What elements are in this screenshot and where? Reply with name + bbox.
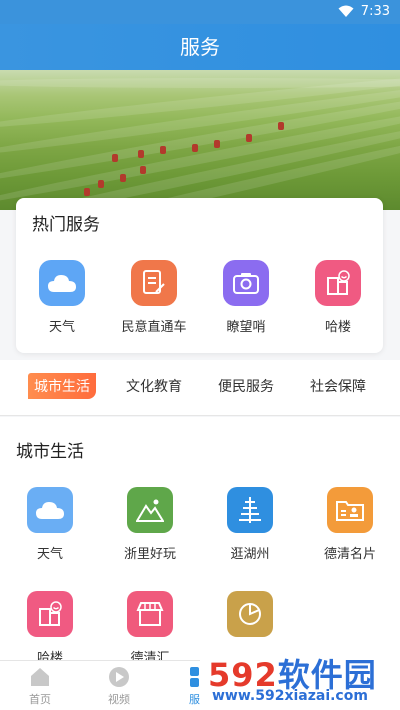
- grid-item-label: 德清名片: [323, 547, 376, 562]
- status-time: 7:33: [360, 4, 390, 19]
- grid-item-weather[interactable]: 天气: [7, 487, 93, 562]
- wifi-icon: [338, 5, 354, 22]
- home-icon: [28, 665, 52, 689]
- city-life-heading: 城市生活: [16, 442, 84, 462]
- status-bar: 7:33: [0, 0, 400, 24]
- grid-item-label: 浙里好玩: [123, 547, 176, 562]
- grid-item-deqing-hui[interactable]: 德清汇: [107, 591, 193, 666]
- nav-home[interactable]: 首页: [10, 665, 70, 707]
- smile-building-icon: [315, 260, 361, 306]
- grid-item-zheli-fun[interactable]: 浙里好玩: [107, 487, 193, 562]
- grid-item-label: 天气: [36, 547, 63, 562]
- nav-video[interactable]: 视频: [89, 665, 149, 707]
- page-title: 服务: [0, 24, 400, 70]
- tab-culture-education[interactable]: 文化教育: [120, 373, 188, 399]
- hot-service-petition[interactable]: 民意直通车: [108, 260, 200, 335]
- document-edit-icon: [131, 260, 177, 306]
- cloud-icon: [27, 487, 73, 533]
- grid-item-huzhou[interactable]: 逛湖州: [207, 487, 293, 562]
- hot-services-card: 热门服务 天气 民意直通车 瞭望哨 哈楼: [16, 198, 383, 353]
- hot-service-label: 哈楼: [324, 320, 351, 335]
- grid-item-halou[interactable]: 哈楼: [7, 591, 93, 666]
- grid-item-stats[interactable]: [207, 591, 293, 647]
- tab-city-life[interactable]: 城市生活: [28, 373, 96, 399]
- hot-service-halou[interactable]: 哈楼: [292, 260, 384, 335]
- pie-chart-icon: [227, 591, 273, 637]
- camera-icon: [223, 260, 269, 306]
- shop-icon: [127, 591, 173, 637]
- cloud-icon: [39, 260, 85, 306]
- hot-service-label: 民意直通车: [121, 320, 187, 335]
- id-card-icon: [327, 487, 373, 533]
- hot-service-label: 天气: [48, 320, 75, 335]
- tab-convenience[interactable]: 便民服务: [212, 373, 280, 399]
- banner-image[interactable]: [0, 70, 400, 210]
- hot-services-heading: 热门服务: [32, 215, 100, 235]
- nav-label: 首页: [29, 693, 51, 706]
- tower-icon: [227, 487, 273, 533]
- grid-item-label: 逛湖州: [230, 547, 270, 562]
- mountain-icon: [127, 487, 173, 533]
- hot-service-lookout[interactable]: 瞭望哨: [200, 260, 292, 335]
- smile-building-icon: [27, 591, 73, 637]
- nav-label: 视频: [108, 693, 130, 706]
- watermark: 592软件园 www.592xiazai.com: [200, 648, 400, 710]
- category-tabs: 城市生活 文化教育 便民服务 社会保障: [0, 360, 400, 416]
- play-icon: [107, 665, 131, 689]
- watermark-url: www.592xiazai.com: [212, 688, 368, 704]
- tab-social-security[interactable]: 社会保障: [304, 373, 372, 399]
- hot-service-label: 瞭望哨: [226, 320, 266, 335]
- grid-item-deqing-card[interactable]: 德清名片: [307, 487, 393, 562]
- city-life-section: 城市生活 天气 浙里好玩 逛湖州 德清名片 哈楼 德清汇: [0, 417, 400, 666]
- hot-service-weather[interactable]: 天气: [16, 260, 108, 335]
